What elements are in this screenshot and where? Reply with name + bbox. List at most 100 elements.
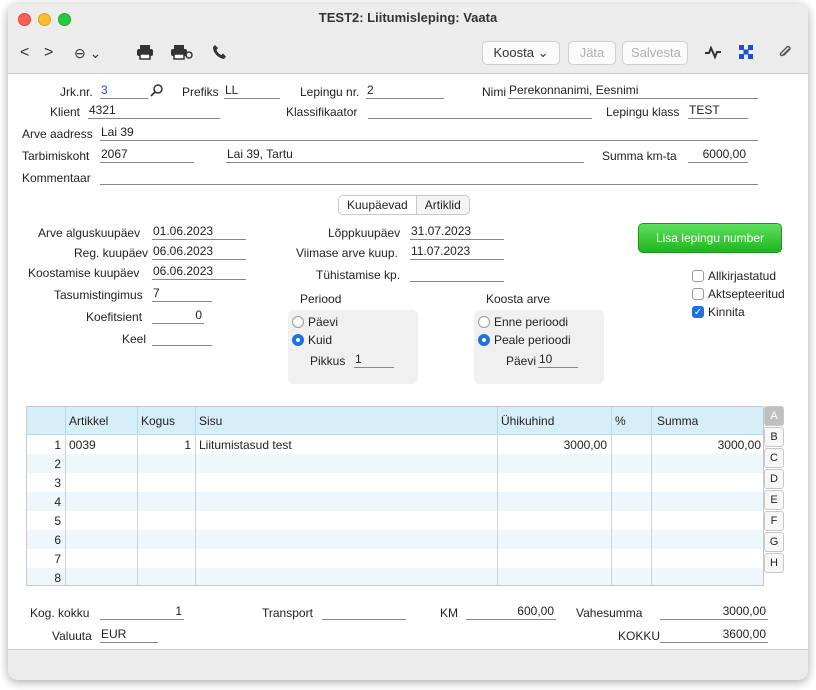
nimi-field[interactable]: Perekonnanimi, Eesnimi [508,82,758,99]
viimase-arve-field[interactable]: 11.07.2023 [410,243,504,260]
letter-tab[interactable]: H [764,553,784,573]
activity-icon[interactable] [704,44,722,65]
arve-aadress-field[interactable]: Lai 39 [100,124,758,141]
letter-tab[interactable]: A [764,406,784,426]
kinnita-checkbox[interactable]: ✓ [692,306,704,318]
row-number: 1 [54,438,61,452]
cell-sisu: Liitumistasud test [199,438,292,452]
klassifikaator-field[interactable] [368,102,592,119]
keel-field[interactable] [152,329,212,346]
letter-tab[interactable]: B [764,427,784,447]
keel-label: Keel [122,332,147,346]
jrk-nr-field[interactable]: 3 [100,82,148,99]
koosta-dropdown[interactable]: Koosta ⌄ [482,41,560,65]
phone-icon[interactable] [212,44,226,65]
letter-tab[interactable]: E [764,490,784,510]
tab-segment: Kuupäevad Artiklid [338,195,470,215]
valuuta-field[interactable]: EUR [100,626,158,643]
title-bar: TEST2: Liitumisleping: Vaata < > ⊖ ⌄ Koo… [8,4,808,74]
kommentaar-field[interactable] [100,168,758,185]
valuuta-label: Valuuta [52,629,92,643]
print-preview-icon[interactable] [170,44,194,65]
kog-kokku-label: Kog. kokku [30,606,90,620]
col-artikkel[interactable]: Artikkel [69,414,108,428]
summa-km-field[interactable]: 6000,00 [688,146,748,163]
lisa-lepingu-number-button[interactable]: Lisa lepingu number [638,223,782,253]
pikkus-field[interactable]: 1 [354,351,394,368]
reg-kuupaev-label: Reg. kuupäev [74,246,149,260]
transport-label: Transport [262,606,313,620]
allkirjastatud-checkbox[interactable] [692,270,704,282]
lepingu-nr-field[interactable]: 2 [366,82,444,99]
letter-tab[interactable]: F [764,511,784,531]
col-summa[interactable]: Summa [657,414,698,428]
letter-tab[interactable]: D [764,469,784,489]
lepingu-klass-field[interactable]: TEST [688,102,748,119]
klient-label: Klient [50,105,81,119]
enne-perioodi-label: Enne perioodi [494,315,569,329]
connect-icon[interactable] [738,44,754,65]
paevi-radio[interactable] [292,316,304,328]
row-number: 7 [54,552,61,566]
klient-field[interactable]: 4321 [88,102,220,119]
col-kogus[interactable]: Kogus [141,414,175,428]
tuhistamise-field[interactable] [410,265,504,282]
klassifikaator-label: Klassifikaator [286,105,358,119]
cell-artikkel: 0039 [69,438,96,452]
tasumistingimus-field[interactable]: 7 [152,285,212,302]
peale-perioodi-label: Peale perioodi [494,333,571,347]
row-number: 5 [54,514,61,528]
letter-tab[interactable]: C [764,448,784,468]
back-button[interactable]: < [20,44,29,62]
forward-button[interactable]: > [44,44,53,62]
print-icon[interactable] [136,44,154,65]
nimi-label: Nimi [482,85,506,99]
reg-kuupaev-field[interactable]: 06.06.2023 [152,243,246,260]
aktsepteeritud-checkbox[interactable] [692,288,704,300]
kommentaar-label: Kommentaar [22,171,91,185]
koostamise-kuupaev-field[interactable]: 06.06.2023 [152,263,246,280]
kokku-field[interactable]: 3600,00 [660,626,768,643]
form-content: Jrk.nr. 3 Prefiks LL Lepingu nr. 2 Nimi … [8,74,808,649]
arve-alguskuupaev-field[interactable]: 01.06.2023 [152,223,246,240]
tuhistamise-label: Tühistamise kp. [316,268,401,282]
kuid-radio-label: Kuid [308,333,333,347]
paevi-field[interactable]: 10 [538,351,578,368]
koefitsient-field[interactable]: 0 [152,307,204,324]
letter-tab[interactable]: G [764,532,784,552]
loppkuupaev-field[interactable]: 31.07.2023 [410,223,504,240]
km-field[interactable]: 600,00 [466,603,556,620]
enne-perioodi-radio[interactable] [478,316,490,328]
arve-alguskuupaev-label: Arve alguskuupäev [38,226,141,240]
lepingu-klass-label: Lepingu klass [606,105,680,119]
kog-kokku-field[interactable]: 1 [100,603,184,620]
options-menu-button[interactable]: ⊖ ⌄ [74,44,101,62]
col-uhikuhind[interactable]: Ühikuhind [501,414,554,428]
row-number: 8 [54,571,61,585]
kokku-label: KOKKU [618,629,661,643]
salvesta-button[interactable]: Salvesta [622,41,688,65]
tab-artiklid[interactable]: Artiklid [417,196,469,214]
tarbimiskoht-label: Tarbimiskoht [22,149,90,163]
row-number: 2 [54,457,61,471]
peale-perioodi-radio[interactable] [478,334,490,346]
search-icon[interactable] [150,83,164,100]
col-percent[interactable]: % [615,414,626,428]
tab-kuupaevad[interactable]: Kuupäevad [339,196,417,214]
koosta-arve-title: Koosta arve [486,292,551,306]
transport-field[interactable] [322,603,406,620]
kuid-radio[interactable] [292,334,304,346]
vahesumma-field[interactable]: 3000,00 [660,603,768,620]
col-sisu[interactable]: Sisu [199,414,222,428]
attachment-icon[interactable] [778,44,792,65]
row-number: 3 [54,476,61,490]
tarbimiskoht-address-field[interactable]: Lai 39, Tartu [226,146,584,163]
tarbimiskoht-field[interactable]: 2067 [100,146,194,163]
lepingu-nr-label: Lepingu nr. [300,85,360,99]
prefiks-field[interactable]: LL [224,82,280,99]
aktsepteeritud-label: Aktsepteeritud [708,287,785,301]
jata-button[interactable]: Jäta [568,41,616,65]
koefitsient-label: Koefitsient [86,310,143,324]
status-bar [8,649,808,680]
paevi-radio-label: Päevi [308,315,339,329]
